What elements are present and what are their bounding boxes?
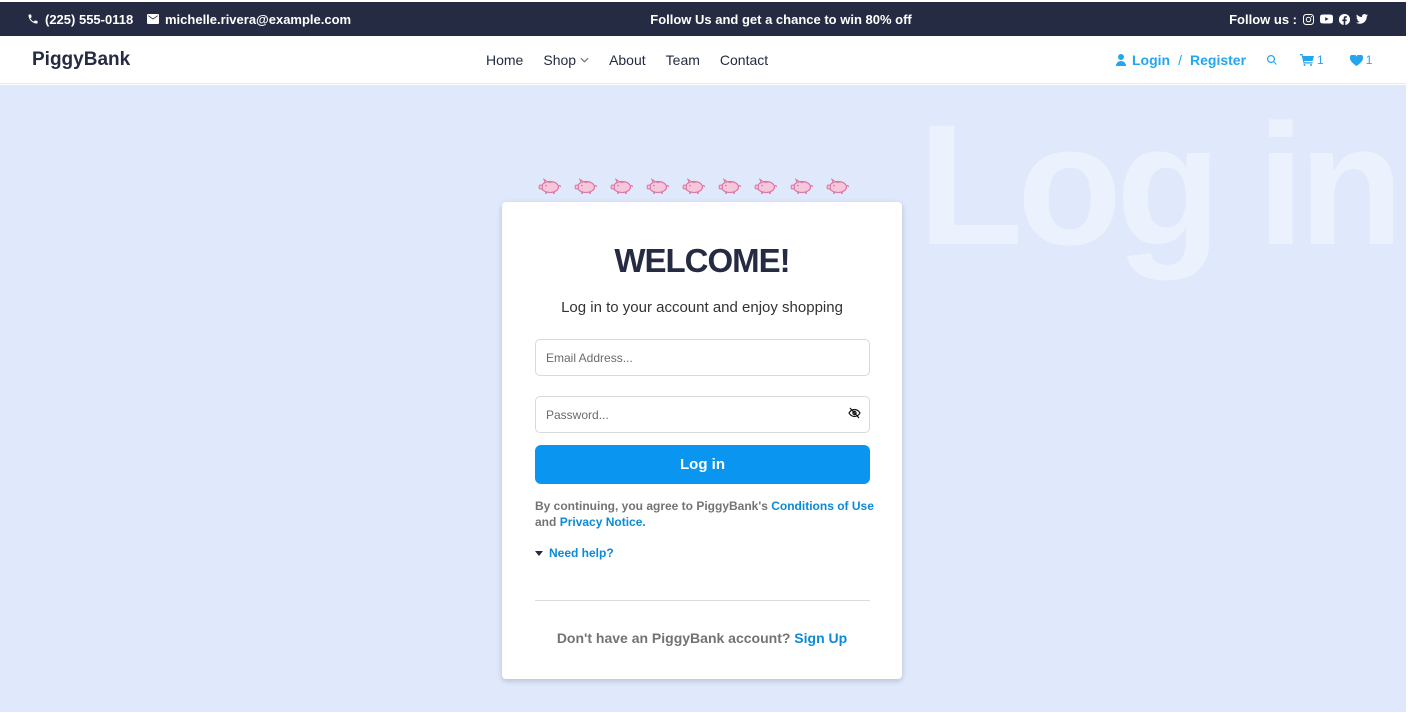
terms-prefix: By continuing, you agree to PiggyBank's	[535, 499, 768, 513]
wishlist-button[interactable]: 1	[1349, 53, 1373, 67]
nav-item-home-label: Home	[486, 52, 524, 68]
piggy-bank-icon	[682, 178, 705, 194]
register-link[interactable]: Register	[1190, 52, 1246, 68]
caret-down-icon	[535, 550, 543, 556]
signup-text: Don't have an PiggyBank account?	[556, 630, 791, 646]
chevron-down-icon	[580, 57, 589, 63]
signup-link[interactable]: Sign Up	[794, 630, 847, 646]
login-section: Log in WELCOME! Log in to your account a…	[0, 85, 1406, 712]
nav-item-contact[interactable]: Contact	[720, 52, 768, 68]
youtube-icon[interactable]	[1320, 14, 1333, 24]
need-help-label: Need help?	[549, 546, 614, 560]
account-links: Login / Register	[1116, 52, 1246, 68]
login-card: WELCOME! Log in to your account and enjo…	[502, 202, 902, 679]
piggy-bank-icon	[790, 178, 813, 194]
nav-item-team-label: Team	[665, 52, 700, 68]
search-icon[interactable]	[1266, 54, 1278, 66]
nav-item-shop[interactable]: Shop	[543, 52, 589, 68]
piggy-bank-icon	[718, 178, 741, 194]
nav-item-contact-label: Contact	[719, 52, 769, 68]
nav-item-about-label: About	[609, 52, 646, 68]
brand-logo[interactable]: PiggyBank	[32, 36, 130, 84]
background-watermark: Log in	[918, 89, 1404, 281]
wishlist-count: 1	[1365, 53, 1373, 67]
promo-label: Follow Us and get a chance to win 80% of…	[650, 11, 912, 27]
piggy-bank-icon	[826, 178, 849, 194]
piggy-bank-decoration	[538, 178, 850, 195]
privacy-link[interactable]: Privacy Notice.	[560, 515, 646, 529]
conditions-link[interactable]: Conditions of Use	[771, 499, 874, 513]
main-navbar: PiggyBank Home Shop About Team Contact L…	[0, 36, 1406, 84]
nav-menu: Home Shop About Team Contact	[486, 36, 768, 84]
email-field[interactable]	[535, 339, 870, 376]
welcome-subtitle: Log in to your account and enjoy shoppin…	[561, 299, 843, 316]
twitter-icon[interactable]	[1356, 14, 1368, 24]
terms-and: and	[535, 515, 557, 529]
login-separator: /	[1178, 52, 1182, 68]
promo-text: Follow Us and get a chance to win 80% of…	[0, 2, 1408, 36]
piggy-bank-icon	[574, 178, 597, 194]
social-links: Follow us :	[1229, 2, 1368, 36]
cart-count: 1	[1317, 53, 1324, 67]
password-field[interactable]	[535, 396, 870, 433]
instagram-icon[interactable]	[1303, 13, 1314, 25]
piggy-bank-icon	[754, 178, 777, 194]
signup-prompt: Don't have an PiggyBank account? Sign Up	[502, 630, 902, 646]
nav-item-shop-label: Shop	[543, 52, 577, 68]
login-link[interactable]: Login	[1132, 52, 1170, 68]
top-bar: (225) 555-0118 michelle.rivera@example.c…	[0, 2, 1406, 36]
cart-button[interactable]: 1	[1300, 53, 1324, 67]
follow-label: Follow us :	[1229, 11, 1297, 27]
user-icon	[1116, 54, 1126, 66]
need-help-toggle[interactable]: Need help?	[535, 546, 614, 560]
nav-actions: Login / Register 1 1	[1116, 36, 1372, 84]
eye-slash-icon[interactable]	[848, 407, 861, 419]
nav-item-about[interactable]: About	[609, 52, 646, 68]
heart-icon	[1349, 54, 1363, 66]
piggy-bank-icon	[610, 178, 633, 194]
facebook-icon[interactable]	[1339, 13, 1350, 25]
divider	[535, 600, 870, 601]
cart-icon	[1300, 54, 1315, 66]
piggy-bank-icon	[538, 178, 561, 194]
login-button[interactable]: Log in	[535, 445, 870, 484]
terms-notice: By continuing, you agree to PiggyBank's …	[535, 498, 875, 530]
piggy-bank-icon	[646, 178, 669, 194]
nav-item-team[interactable]: Team	[666, 52, 700, 68]
welcome-title: WELCOME!	[614, 242, 790, 279]
nav-item-home[interactable]: Home	[486, 52, 523, 68]
